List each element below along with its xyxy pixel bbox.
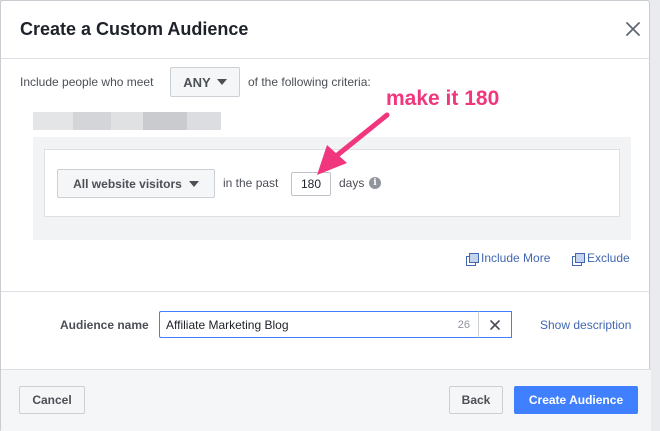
- dialog-footer: Cancel Back Create Audience: [1, 369, 651, 431]
- criteria-row: Include people who meet ANY of the follo…: [20, 67, 620, 97]
- divider: [1, 291, 651, 292]
- close-button[interactable]: [621, 17, 645, 41]
- exclude-label: Exclude: [587, 251, 630, 265]
- exclude-link[interactable]: Exclude: [572, 251, 630, 266]
- caret-down-icon: [188, 180, 199, 187]
- blurred-pixel-name: [33, 106, 227, 136]
- create-custom-audience-dialog: Create a Custom Audience Include people …: [0, 0, 651, 431]
- clear-name-button[interactable]: [478, 311, 512, 338]
- character-count: 26: [457, 319, 470, 331]
- traffic-source-dropdown[interactable]: All website visitors: [57, 169, 215, 198]
- annotation-text: make it 180: [386, 87, 500, 110]
- back-button[interactable]: Back: [449, 386, 503, 414]
- traffic-source-value: All website visitors: [73, 176, 182, 191]
- audience-name-field: 26: [159, 311, 479, 338]
- show-description-link[interactable]: Show description: [540, 318, 631, 332]
- create-audience-button[interactable]: Create Audience: [514, 386, 638, 414]
- close-icon: [626, 22, 640, 36]
- include-more-link[interactable]: Include More: [466, 251, 551, 266]
- match-type-value: ANY: [183, 74, 211, 90]
- audience-name-input[interactable]: [166, 316, 436, 334]
- criteria-suffix: of the following criteria:: [248, 75, 371, 89]
- clear-icon: [490, 319, 500, 330]
- dialog-header: Create a Custom Audience: [1, 1, 651, 59]
- include-more-label: Include More: [481, 251, 551, 265]
- include-more-icon: [466, 252, 479, 266]
- exclude-icon: [572, 252, 585, 266]
- caret-down-icon: [216, 79, 227, 85]
- audience-name-label: Audience name: [60, 318, 149, 332]
- annotation-arrow-icon: [317, 112, 390, 175]
- match-type-dropdown[interactable]: ANY: [170, 67, 240, 97]
- criteria-prefix: Include people who meet: [20, 75, 154, 89]
- cancel-button[interactable]: Cancel: [19, 386, 85, 414]
- footer-divider: [1, 369, 651, 370]
- in-the-past-label: in the past: [223, 176, 279, 190]
- dialog-title: Create a Custom Audience: [20, 19, 249, 39]
